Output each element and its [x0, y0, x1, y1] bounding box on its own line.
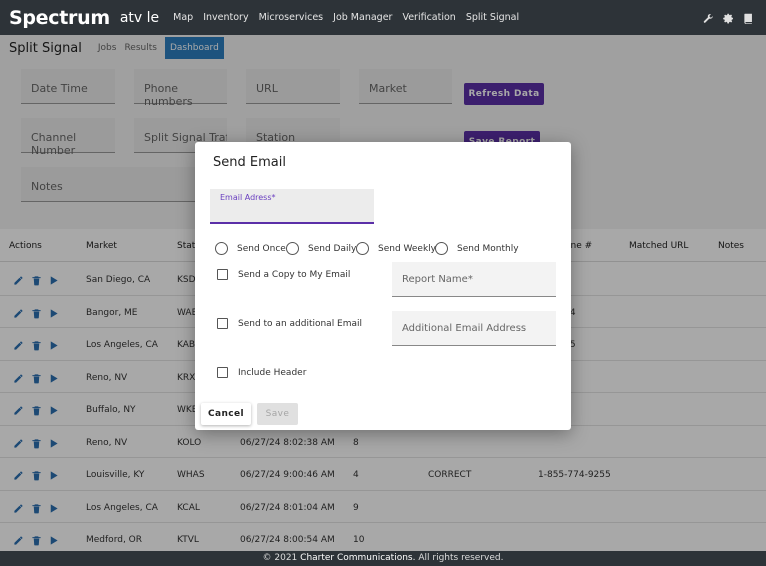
radio-circle-icon[interactable]: [215, 242, 228, 255]
radio-circle-icon[interactable]: [286, 242, 299, 255]
checkbox-include-header[interactable]: Include Header: [217, 367, 306, 378]
top-nav: Spectrum atv le Map Inventory Microservi…: [0, 0, 766, 35]
checkbox-label: Send a Copy to My Email: [238, 269, 351, 280]
radio-label: Send Weekly: [378, 243, 437, 254]
radio-send-once[interactable]: Send Once: [215, 242, 286, 255]
checkbox-label: Send to an additional Email: [238, 318, 363, 329]
radio-circle-icon[interactable]: [356, 242, 369, 255]
footer-rights: All rights reserved.: [418, 553, 504, 563]
wrench-icon[interactable]: [703, 11, 714, 29]
checkbox-icon[interactable]: [217, 269, 228, 280]
save-button[interactable]: Save: [257, 403, 298, 425]
checkbox-icon[interactable]: [217, 318, 228, 329]
book-icon[interactable]: [743, 11, 754, 29]
send-email-dialog: Send Email Email Adress* Send Once Send …: [195, 142, 571, 430]
app-name: atv le: [119, 9, 160, 26]
nav-link-job-manager[interactable]: Job Manager: [333, 12, 392, 23]
footer-copyright: © 2021: [262, 553, 298, 563]
nav-link-inventory[interactable]: Inventory: [203, 12, 248, 23]
email-address-label: Email Adress*: [220, 193, 276, 202]
checkbox-icon[interactable]: [217, 367, 228, 378]
radio-circle-icon[interactable]: [435, 242, 448, 255]
footer-company-link[interactable]: Charter Communications.: [300, 553, 415, 563]
radio-label: Send Daily: [308, 243, 357, 254]
checkbox-copy-to-me[interactable]: Send a Copy to My Email: [217, 269, 350, 280]
nav-link-split-signal[interactable]: Split Signal: [466, 12, 519, 23]
cancel-button[interactable]: Cancel: [201, 403, 251, 425]
additional-email-field[interactable]: Additional Email Address: [392, 311, 556, 346]
radio-send-daily[interactable]: Send Daily: [286, 242, 356, 255]
checkbox-additional-email[interactable]: Send to an additional Email: [217, 318, 362, 329]
spectrum-logo[interactable]: Spectrum: [9, 7, 110, 29]
gear-icon[interactable]: [723, 11, 734, 29]
dialog-title: Send Email: [213, 155, 286, 170]
email-address-field[interactable]: Email Adress*: [210, 189, 374, 224]
nav-link-microservices[interactable]: Microservices: [259, 12, 324, 23]
checkbox-label: Include Header: [238, 367, 307, 378]
radio-label: Send Monthly: [457, 243, 519, 254]
nav-link-map[interactable]: Map: [173, 12, 193, 23]
nav-link-verification[interactable]: Verification: [402, 12, 455, 23]
report-name-field[interactable]: Report Name*: [392, 262, 556, 297]
radio-send-monthly[interactable]: Send Monthly: [435, 242, 519, 255]
radio-send-weekly[interactable]: Send Weekly: [356, 242, 436, 255]
footer: © 2021 Charter Communications. All right…: [0, 551, 766, 566]
radio-label: Send Once: [237, 243, 286, 254]
